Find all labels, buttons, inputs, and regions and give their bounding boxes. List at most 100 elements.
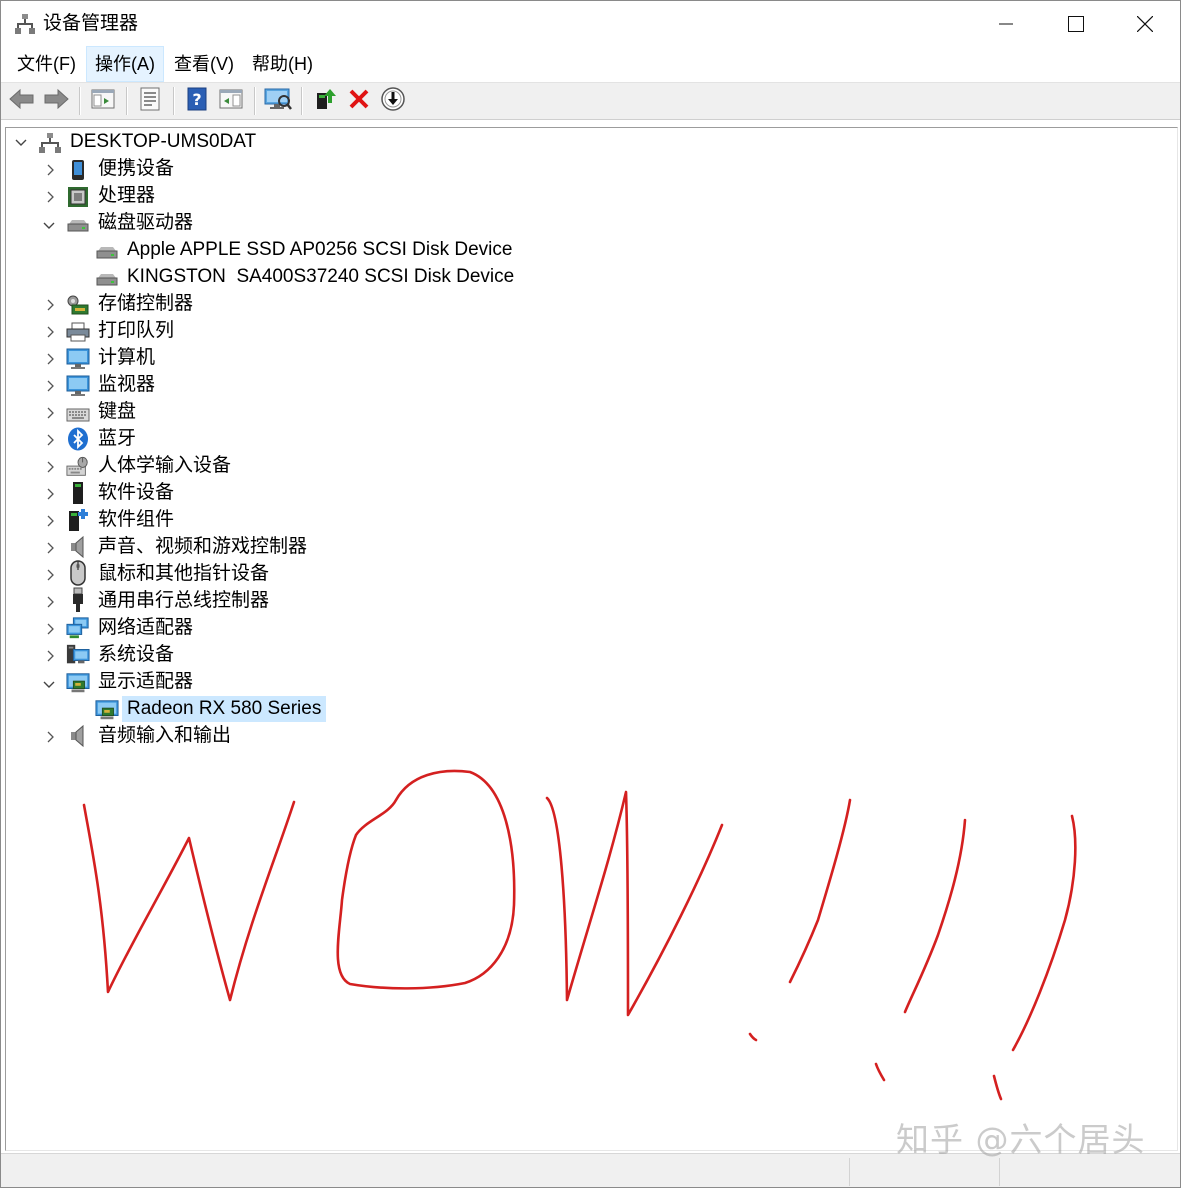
speaker-icon	[66, 535, 90, 559]
software-component-icon	[66, 508, 90, 532]
title-bar[interactable]: 设备管理器	[1, 1, 1180, 47]
tree-node-processors[interactable]: 处理器	[6, 183, 1176, 210]
mouse-icon	[66, 560, 90, 586]
forward-arrow-icon	[43, 88, 69, 115]
computer-icon	[38, 131, 62, 155]
node-label: 存储控制器	[98, 293, 194, 314]
tree-node-computer[interactable]: 计算机	[6, 345, 1176, 372]
properties-button[interactable]	[134, 85, 166, 117]
menu-file[interactable]: 文件(F)	[9, 47, 84, 81]
svg-text:?: ?	[192, 90, 201, 109]
chevron-right-icon[interactable]	[44, 433, 58, 447]
scan-hardware-icon	[264, 87, 292, 116]
tree-node-keyboards[interactable]: 键盘	[6, 399, 1176, 426]
tree-node-system-devices[interactable]: 系统设备	[6, 642, 1176, 669]
chevron-down-icon[interactable]	[14, 136, 28, 150]
show-hide-console-tree-icon	[91, 88, 115, 115]
chevron-right-icon[interactable]	[44, 541, 58, 555]
uninstall-device-button[interactable]	[343, 85, 375, 117]
node-label: 软件组件	[98, 509, 175, 530]
chevron-down-icon[interactable]	[42, 219, 56, 233]
chevron-right-icon[interactable]	[44, 325, 58, 339]
tree-node-radeon-rx-580[interactable]: Radeon RX 580 Series	[6, 696, 1176, 723]
tree-node-display-adapters[interactable]: 显示适配器	[6, 669, 1176, 696]
node-label: 便携设备	[98, 158, 175, 179]
minimize-button[interactable]	[971, 1, 1041, 47]
chevron-right-icon[interactable]	[44, 649, 58, 663]
forward-button[interactable]	[40, 85, 72, 117]
menu-action[interactable]: 操作(A)	[85, 46, 164, 82]
chevron-right-icon[interactable]	[44, 298, 58, 312]
tree-node-portable-devices[interactable]: 便携设备	[6, 156, 1176, 183]
update-driver-button[interactable]	[309, 85, 341, 117]
window-title: 设备管理器	[43, 13, 139, 34]
chevron-right-icon[interactable]	[44, 487, 58, 501]
chevron-right-icon[interactable]	[44, 379, 58, 393]
network-adapter-icon	[66, 616, 90, 640]
action-pane-button[interactable]	[215, 85, 247, 117]
disk-drive-icon	[66, 214, 90, 238]
menu-view[interactable]: 查看(V)	[166, 47, 242, 81]
chevron-right-icon[interactable]	[44, 352, 58, 366]
node-label: 监视器	[98, 374, 156, 395]
tree-node-software-components[interactable]: 软件组件	[6, 507, 1176, 534]
tree-node-sound-video-game[interactable]: 声音、视频和游戏控制器	[6, 534, 1176, 561]
watermark: 知乎 @六个居头	[896, 1120, 1146, 1159]
action-pane-icon	[219, 88, 243, 115]
node-label: 处理器	[98, 185, 156, 206]
portable-device-icon	[66, 158, 90, 182]
node-label: 磁盘驱动器	[98, 212, 194, 233]
scan-hardware-button[interactable]	[262, 85, 294, 117]
tree-node-network-adapters[interactable]: 网络适配器	[6, 615, 1176, 642]
tree-node-mice[interactable]: 鼠标和其他指针设备	[6, 560, 1176, 588]
storage-controller-icon	[66, 293, 90, 317]
node-label: 网络适配器	[98, 617, 194, 638]
toolbar-separator	[301, 87, 302, 115]
tree-node-bluetooth[interactable]: 蓝牙	[6, 426, 1176, 453]
menu-bar: 文件(F) 操作(A) 查看(V) 帮助(H)	[1, 46, 1180, 82]
chevron-right-icon[interactable]	[44, 406, 58, 420]
chevron-right-icon[interactable]	[44, 595, 58, 609]
close-button[interactable]	[1110, 1, 1180, 47]
tree-node-kingston-ssd[interactable]: KINGSTON SA400S37240 SCSI Disk Device	[6, 264, 1176, 291]
tree-node-print-queues[interactable]: 打印队列	[6, 318, 1176, 345]
node-label: 蓝牙	[98, 428, 137, 449]
chevron-right-icon[interactable]	[44, 622, 58, 636]
disable-device-icon	[380, 86, 406, 117]
chevron-right-icon[interactable]	[44, 163, 58, 177]
maximize-button[interactable]	[1041, 1, 1111, 47]
hid-icon	[66, 455, 90, 479]
update-driver-icon	[313, 87, 337, 116]
software-device-icon	[66, 481, 90, 505]
chevron-down-icon[interactable]	[42, 678, 56, 692]
chevron-right-icon[interactable]	[44, 568, 58, 582]
chevron-right-icon[interactable]	[44, 730, 58, 744]
tree-node-monitors[interactable]: 监视器	[6, 372, 1176, 399]
tree-node-storage-controllers[interactable]: 存储控制器	[6, 291, 1176, 318]
keyboard-icon	[66, 403, 90, 427]
node-label: 键盘	[98, 401, 137, 422]
back-arrow-icon	[9, 88, 35, 115]
tree-node-disk-drives[interactable]: 磁盘驱动器	[6, 210, 1176, 237]
show-hide-console-tree-button[interactable]	[87, 85, 119, 117]
tree-node-software-devices[interactable]: 软件设备	[6, 480, 1176, 507]
chevron-right-icon[interactable]	[44, 190, 58, 204]
toolbar-separator	[173, 87, 174, 115]
tree-node-usb[interactable]: 通用串行总线控制器	[6, 587, 1176, 615]
node-label: 显示适配器	[98, 671, 194, 692]
tree-node-hid[interactable]: 人体学输入设备	[6, 453, 1176, 480]
tree-node-apple-ssd[interactable]: Apple APPLE SSD AP0256 SCSI Disk Device	[6, 237, 1176, 264]
back-button[interactable]	[6, 85, 38, 117]
tree-node-audio-io[interactable]: 音频输入和输出	[6, 723, 1176, 750]
help-button[interactable]: ?	[181, 85, 213, 117]
disable-device-button[interactable]	[377, 85, 409, 117]
node-label: KINGSTON SA400S37240 SCSI Disk Device	[127, 266, 515, 287]
tree-root[interactable]: DESKTOP-UMS0DAT	[6, 129, 1176, 156]
chevron-right-icon[interactable]	[44, 514, 58, 528]
toolbar-separator	[79, 87, 80, 115]
chevron-right-icon[interactable]	[44, 460, 58, 474]
menu-help[interactable]: 帮助(H)	[244, 47, 321, 81]
node-label: 打印队列	[98, 320, 175, 341]
device-tree[interactable]: DESKTOP-UMS0DAT 便携设备 处理器 磁盘驱动器 Apple APP…	[5, 127, 1178, 1151]
node-label: 通用串行总线控制器	[98, 590, 270, 611]
